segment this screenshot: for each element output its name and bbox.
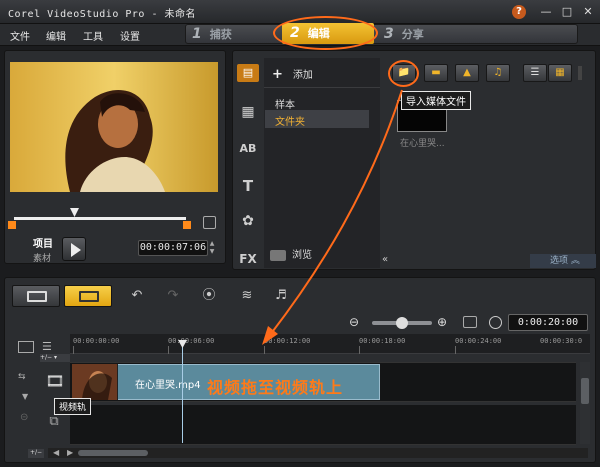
track-manager-icon[interactable]	[18, 341, 34, 353]
video-track-icon[interactable]: 🎞	[44, 372, 66, 390]
clip-thumbnail	[72, 364, 118, 400]
menu-settings[interactable]: 设置	[120, 28, 140, 43]
record-capture-icon[interactable]: ⦿	[200, 288, 218, 304]
folder-sample[interactable]: 样本	[275, 96, 295, 111]
library-options-button[interactable]: 选项 ︽	[530, 254, 596, 268]
minimize-button[interactable]: —	[539, 5, 553, 19]
project-duration: 0:00:20:00	[508, 314, 588, 331]
timeline-view-button[interactable]	[64, 285, 112, 307]
chapter-list-icon[interactable]: ☰	[42, 340, 60, 354]
ruler-tick	[264, 346, 265, 354]
transition-icon[interactable]: ▦	[237, 103, 259, 121]
media-icon[interactable]: ▤	[237, 64, 259, 82]
scroll-right-icon[interactable]: ▶	[67, 448, 73, 457]
nav-divider	[264, 87, 380, 88]
storyboard-view-button[interactable]	[12, 285, 60, 307]
zoom-out-icon[interactable]: ⊖	[349, 315, 359, 329]
highlight-ring-edit-step	[273, 16, 378, 50]
ruler-tick	[168, 346, 169, 354]
collapse-icon[interactable]: «	[382, 254, 396, 268]
lock-icon[interactable]: ⊝	[20, 412, 32, 424]
menu-tools[interactable]: 工具	[83, 28, 103, 43]
title-icon[interactable]: AB	[237, 140, 259, 158]
browse-button[interactable]: 浏览	[270, 246, 312, 261]
highlight-ring-import	[388, 60, 419, 87]
instruction-annotation: 视频拖至视频轨上	[207, 378, 344, 397]
timeline-icon	[79, 291, 99, 302]
clock-icon	[489, 316, 502, 329]
show-video-button[interactable]: ▬	[424, 64, 448, 82]
maximize-button[interactable]: □	[560, 5, 574, 19]
ruler-label: 00:00:12:00	[264, 337, 311, 345]
graphic-icon[interactable]: ✿	[237, 212, 259, 230]
ruler-tick	[455, 346, 456, 354]
import-tooltip: 导入媒体文件	[401, 91, 471, 110]
add-folder-button[interactable]: + 添加	[272, 66, 313, 82]
timeline-playhead[interactable]	[182, 343, 183, 443]
add-track-button[interactable]: +/−	[28, 449, 44, 458]
step-capture[interactable]: 1 捕获	[192, 26, 232, 44]
ruler-label: 00:00:06:00	[168, 337, 215, 345]
clip-name: 在心里哭.mp4	[135, 380, 201, 391]
help-button[interactable]: ?	[512, 5, 526, 19]
scrub-bar[interactable]	[14, 217, 186, 220]
ruler-tick	[359, 346, 360, 354]
filter-icon[interactable]: FX	[237, 250, 259, 268]
toolbar-scroll[interactable]	[578, 66, 582, 80]
audio-mixer-icon[interactable]: ≋	[238, 288, 256, 304]
fit-project-icon[interactable]	[463, 316, 477, 328]
timecode-display[interactable]: 00:00:07:06	[138, 240, 208, 256]
filmstrip-icon	[27, 291, 47, 302]
enlarge-preview-icon[interactable]	[203, 216, 216, 229]
overlay-track[interactable]	[70, 405, 576, 445]
preview-frame-image	[10, 62, 218, 192]
timeline-vertical-scroll-thumb[interactable]	[581, 378, 589, 404]
step-share[interactable]: 3 分享	[384, 26, 424, 44]
ruler-tick	[73, 346, 74, 354]
folder-custom[interactable]: 文件夹	[265, 110, 369, 128]
undo-icon[interactable]: ↶	[128, 288, 146, 304]
track-dropdown-icon[interactable]: ▼	[22, 392, 32, 401]
overlay-track-icon[interactable]: ⧉	[44, 414, 64, 430]
step-strip	[185, 24, 578, 44]
media-thumbnail-label: 在心里哭...	[400, 139, 445, 149]
thumbnail-view-button[interactable]: ▦	[548, 64, 572, 82]
ruler-label: 00:00:24:00	[455, 337, 502, 345]
preview-screen	[10, 62, 218, 192]
timecode-spinner[interactable]: ▲ ▼	[208, 240, 216, 256]
zoom-in-icon[interactable]: ⊕	[437, 315, 447, 329]
ruler-label: 00:00:00:00	[73, 337, 120, 345]
auto-music-icon[interactable]: ♬	[272, 288, 290, 304]
plus-icon: +	[272, 67, 283, 82]
show-audio-button[interactable]: ♫	[486, 64, 510, 82]
video-track-tooltip: 视频轨	[54, 398, 92, 415]
ripple-edit-icon[interactable]: ⇆	[18, 372, 36, 384]
play-button[interactable]	[62, 237, 86, 261]
text-icon[interactable]: T	[237, 177, 259, 195]
menu-file[interactable]: 文件	[10, 28, 30, 43]
app-title: Corel VideoStudio Pro - 未命名	[8, 9, 196, 20]
menu-edit[interactable]: 编辑	[46, 28, 66, 43]
close-button[interactable]: ✕	[581, 5, 595, 19]
scroll-left-icon[interactable]: ◀	[53, 448, 59, 457]
timeline-horizontal-scroll-thumb[interactable]	[78, 450, 148, 456]
list-view-button[interactable]: ☰	[523, 64, 547, 82]
library-navigation	[264, 58, 380, 268]
ruler-label: 00:00:18:00	[359, 337, 406, 345]
redo-icon[interactable]: ↷	[164, 288, 182, 304]
timeline-ruler[interactable]	[70, 334, 590, 354]
zoom-slider-thumb[interactable]	[396, 317, 408, 329]
browse-icon	[270, 249, 286, 261]
ruler-label: 00:00:30:0	[540, 337, 583, 345]
trim-start-handle[interactable]	[8, 221, 16, 229]
trim-end-handle[interactable]	[183, 221, 191, 229]
track-toggle-buttons[interactable]: +/− ▾	[40, 354, 70, 362]
mode-clip-label[interactable]: 素材	[33, 251, 51, 264]
show-photo-button[interactable]: ▲	[455, 64, 479, 82]
mode-project-label[interactable]: 项目	[33, 235, 53, 250]
clip-thumbnail-image	[72, 364, 117, 400]
